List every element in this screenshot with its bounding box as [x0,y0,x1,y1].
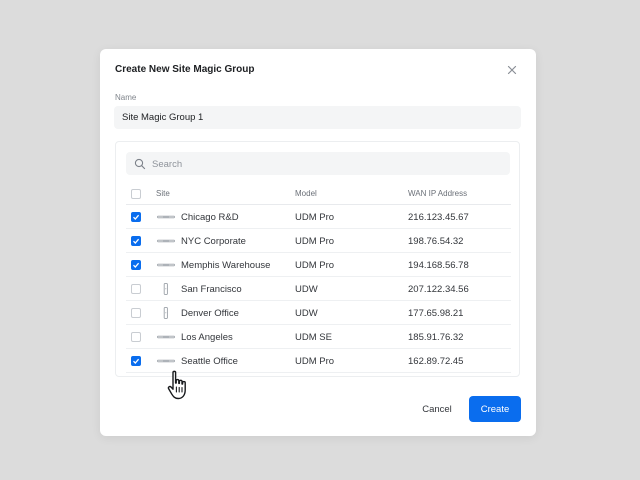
row-checkbox[interactable] [131,332,141,342]
rack-device-icon [156,359,176,363]
cancel-button[interactable]: Cancel [412,396,462,422]
row-checkbox[interactable] [131,284,141,294]
table-row[interactable]: Los Angeles UDM SE 185.91.76.32 [116,325,519,349]
name-input[interactable] [114,106,521,129]
site-name: NYC Corporate [181,235,246,247]
row-checkbox[interactable] [131,308,141,318]
row-checkbox[interactable] [131,236,141,246]
site-wan-ip: 194.168.56.78 [408,259,469,271]
table-row[interactable]: NYC Corporate UDM Pro 198.76.54.32 [116,229,519,253]
site-model: UDM Pro [295,355,335,367]
close-icon[interactable] [505,63,519,77]
dialog-title: Create New Site Magic Group [115,64,255,75]
site-wan-ip: 185.91.76.32 [408,331,464,343]
site-name: Memphis Warehouse [181,259,271,271]
rack-device-icon [156,215,176,219]
table-row[interactable]: Chicago R&D UDM Pro 216.123.45.67 [116,205,519,229]
table-row[interactable]: Denver Office UDW 177.65.98.21 [116,301,519,325]
column-wan-ip[interactable]: WAN IP Address [408,182,467,205]
site-wan-ip: 177.65.98.21 [408,307,464,319]
select-all-checkbox[interactable] [131,188,141,199]
column-model[interactable]: Model [295,182,317,205]
row-checkbox[interactable] [131,212,141,222]
row-checkbox[interactable] [131,260,141,270]
column-site[interactable]: Site [156,182,170,205]
row-checkbox[interactable] [131,356,141,366]
create-button[interactable]: Create [469,396,521,422]
hand-pointer-icon [164,368,200,404]
wall-device-icon [156,283,176,295]
search-icon [134,157,146,170]
site-selection-panel: Site Model WAN IP Address Chicago R&D UDM… [115,141,520,377]
site-wan-ip: 198.76.54.32 [408,235,464,247]
rack-device-icon [156,335,176,339]
wall-device-icon [156,307,176,319]
site-wan-ip: 216.123.45.67 [408,211,469,223]
site-name: San Francisco [181,283,242,295]
site-name: Denver Office [181,307,239,319]
rack-device-icon [156,239,176,243]
search-input[interactable] [150,152,504,177]
site-model: UDM Pro [295,235,335,247]
table-row[interactable]: Memphis Warehouse UDM Pro 194.168.56.78 [116,253,519,277]
site-name: Chicago R&D [181,211,239,223]
site-model: UDM SE [295,331,332,343]
search-box[interactable] [126,152,510,177]
site-model: UDM Pro [295,259,335,271]
site-model: UDM Pro [295,211,335,223]
site-wan-ip: 162.89.72.45 [408,355,464,367]
site-wan-ip: 207.122.34.56 [408,283,469,295]
site-name: Los Angeles [181,331,233,343]
site-model: UDW [295,307,318,319]
table-row[interactable]: San Francisco UDW 207.122.34.56 [116,277,519,301]
site-model: UDW [295,283,318,295]
rack-device-icon [156,263,176,267]
name-label: Name [115,93,137,102]
table-header: Site Model WAN IP Address [116,182,519,205]
